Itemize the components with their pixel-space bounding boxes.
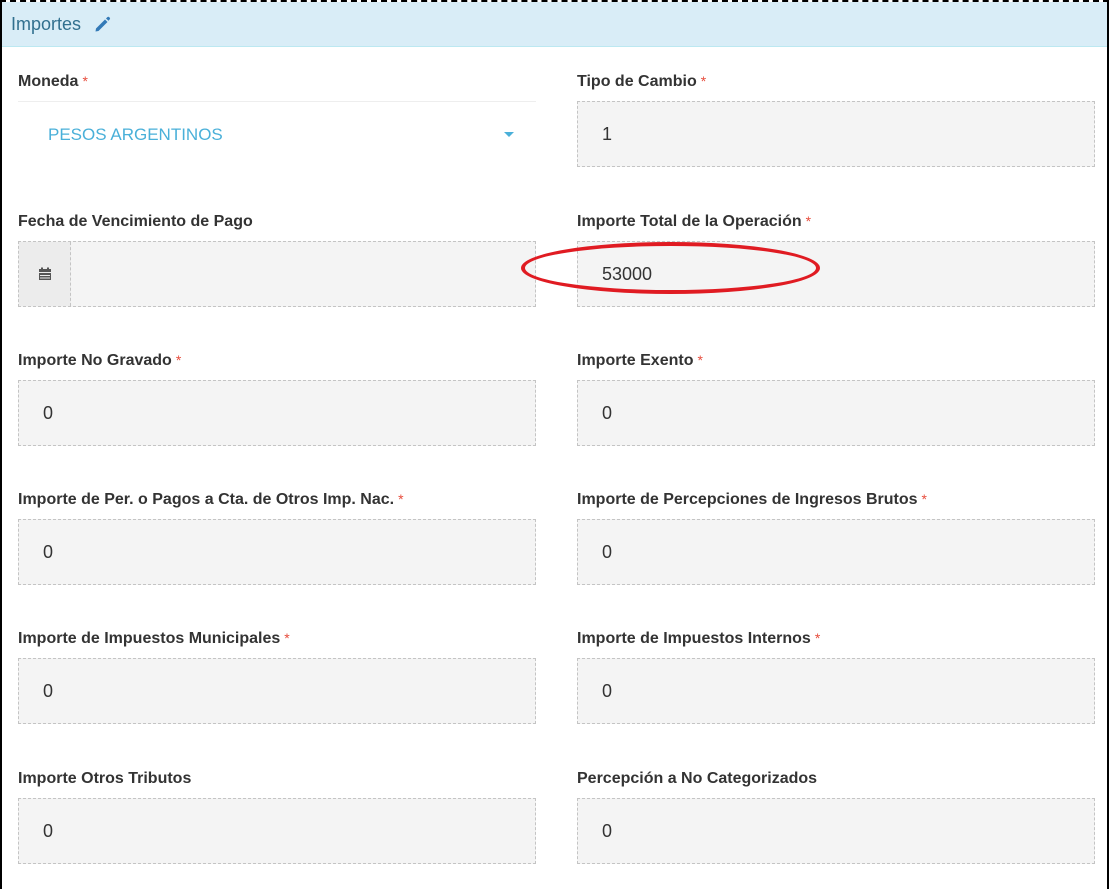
percep-iibb-value: 0 xyxy=(602,541,613,562)
no-gravado-input[interactable]: 0 xyxy=(18,380,536,446)
exento-value: 0 xyxy=(602,402,613,423)
fecha-vencimiento-label: Fecha de Vencimiento de Pago xyxy=(18,213,253,230)
fecha-vencimiento-input[interactable] xyxy=(18,241,536,307)
exento-input[interactable]: 0 xyxy=(577,380,1095,446)
no-gravado-label: Importe No Gravado * xyxy=(18,352,182,369)
tipo-cambio-input[interactable]: 1 xyxy=(577,101,1095,167)
moneda-label: Moneda * xyxy=(18,73,88,90)
imp-municipales-label: Importe de Impuestos Municipales * xyxy=(18,630,290,647)
moneda-select[interactable]: PESOS ARGENTINOS xyxy=(18,101,536,167)
imp-internos-label: Importe de Impuestos Internos * xyxy=(577,630,821,647)
per-pagos-nac-input[interactable]: 0 xyxy=(18,519,536,585)
importe-total-label: Importe Total de la Operación * xyxy=(577,213,812,230)
panel-header: Importes xyxy=(2,2,1107,47)
imp-internos-value: 0 xyxy=(602,680,613,701)
importe-total-value: 53000 xyxy=(602,263,653,284)
imp-municipales-value: 0 xyxy=(43,680,54,701)
otros-tributos-value: 0 xyxy=(43,820,54,841)
tipo-cambio-label: Tipo de Cambio * xyxy=(577,73,707,90)
calendar-icon xyxy=(38,267,51,280)
calendar-button[interactable] xyxy=(19,242,71,306)
otros-tributos-label: Importe Otros Tributos xyxy=(18,770,192,787)
per-pagos-nac-label: Importe de Per. o Pagos a Cta. de Otros … xyxy=(18,491,404,508)
per-pagos-nac-value: 0 xyxy=(43,541,54,562)
chevron-down-icon xyxy=(504,132,514,137)
percep-no-cat-input[interactable]: 0 xyxy=(577,798,1095,864)
no-gravado-value: 0 xyxy=(43,402,54,423)
imp-municipales-input[interactable]: 0 xyxy=(18,658,536,724)
otros-tributos-input[interactable]: 0 xyxy=(18,798,536,864)
percep-no-cat-value: 0 xyxy=(602,820,613,841)
exento-label: Importe Exento * xyxy=(577,352,703,369)
importe-total-input[interactable]: 53000 xyxy=(577,241,1095,307)
percep-iibb-input[interactable]: 0 xyxy=(577,519,1095,585)
percep-iibb-label: Importe de Percepciones de Ingresos Brut… xyxy=(577,491,927,508)
percep-no-cat-label: Percepción a No Categorizados xyxy=(577,770,818,787)
imp-internos-input[interactable]: 0 xyxy=(577,658,1095,724)
pencil-icon[interactable] xyxy=(93,15,111,33)
moneda-value: PESOS ARGENTINOS xyxy=(48,124,223,144)
panel-title: Importes xyxy=(11,13,82,34)
tipo-cambio-value: 1 xyxy=(602,123,613,144)
